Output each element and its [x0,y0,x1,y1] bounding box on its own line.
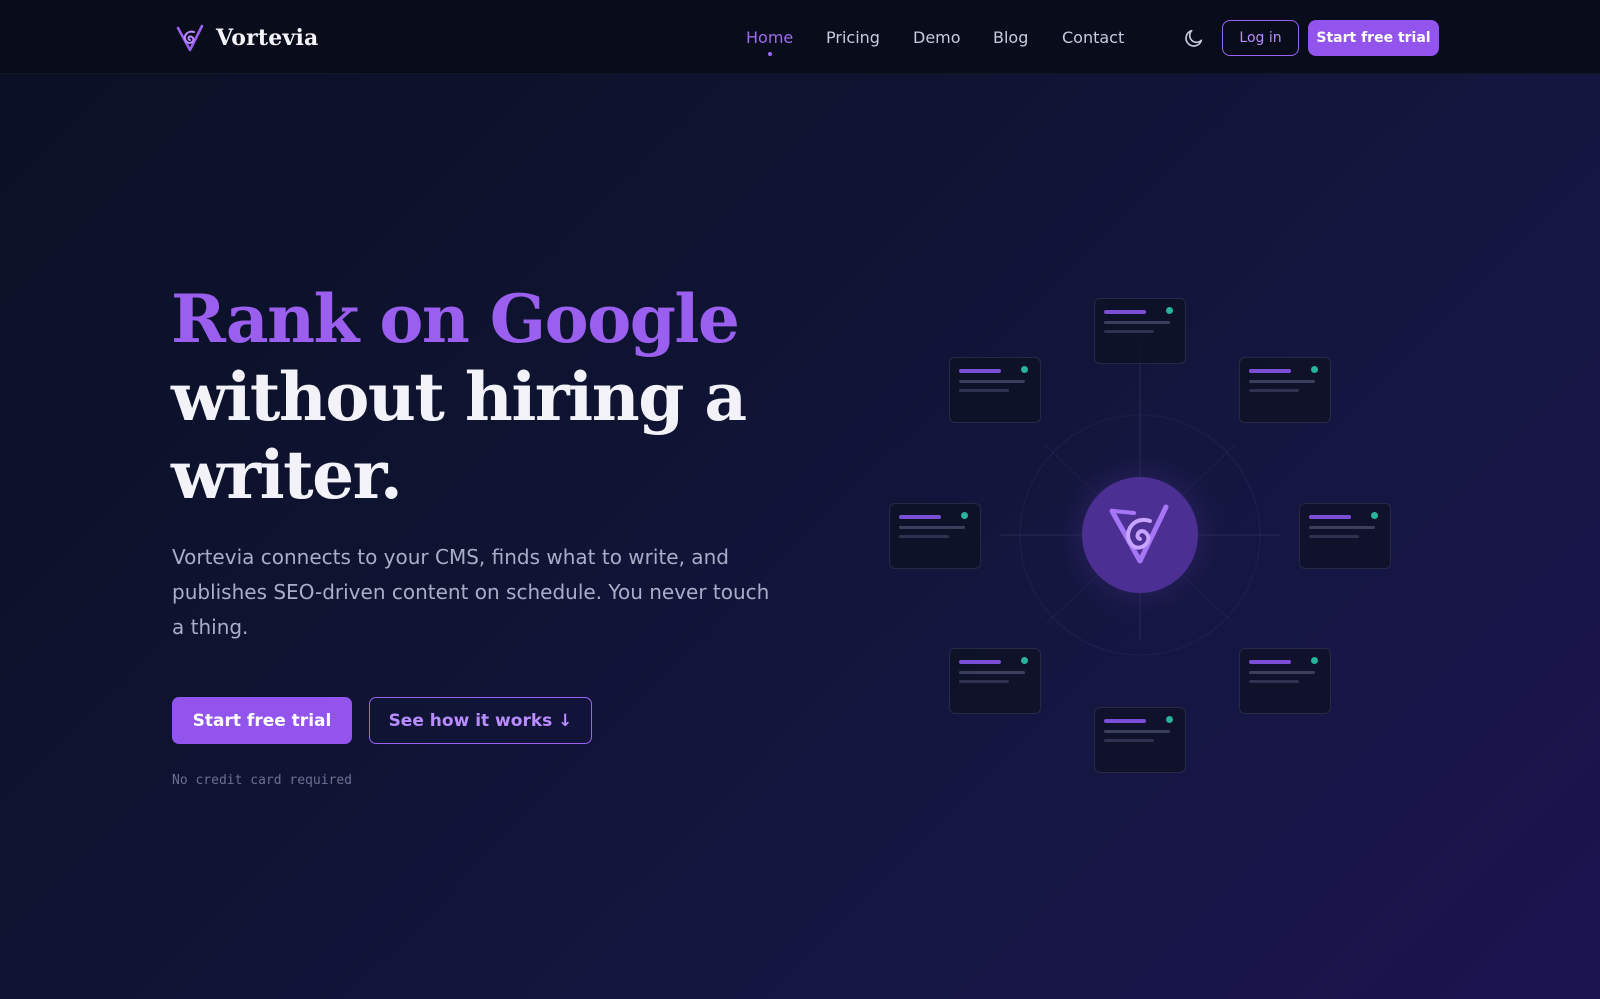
content-card-bottom [1094,707,1186,773]
content-card-left [889,503,981,569]
center-logo-icon [1109,504,1169,564]
see-how-it-works-button[interactable]: See how it works ↓ [369,697,592,744]
hero-illustration [870,280,1410,800]
status-dot [1311,366,1318,373]
hero-headline-rest: without hiring a writer. [171,358,747,514]
hero-subtitle: Vortevia connects to your CMS, finds wha… [172,545,770,639]
status-dot [1371,512,1378,519]
active-indicator-dot [767,52,772,56]
content-card-top-left [949,357,1041,423]
vortevia-logo-icon [176,24,204,52]
status-dot [1166,307,1173,314]
content-card-bottom-right [1239,648,1331,714]
nav-demo[interactable]: Demo [913,28,961,47]
content-card-right [1299,503,1391,569]
nav-blog[interactable]: Blog [993,28,1028,47]
status-dot [1311,657,1318,664]
content-card-top-right [1239,357,1331,423]
moon-icon[interactable] [1183,27,1205,49]
brand-name: Vortevia [216,25,319,51]
status-dot [1021,657,1028,664]
no-credit-card-note: No credit card required [172,773,353,788]
hero-headline-accent: Rank on Google [171,280,740,358]
start-free-trial-button[interactable]: Start free trial [172,697,352,744]
hero-headline: Rank on Google without hiring a writer. [171,280,791,514]
brand-logo[interactable]: Vortevia [174,22,318,54]
nav-contact[interactable]: Contact [1062,28,1124,47]
status-dot [1021,366,1028,373]
content-card-top [1094,298,1186,364]
nav-home-label: Home [746,28,794,47]
nav-pricing[interactable]: Pricing [826,28,880,47]
nav-start-trial-button[interactable]: Start free trial [1308,20,1439,56]
content-card-bottom-left [949,648,1041,714]
top-navbar: Vortevia Home Pricing Demo Blog Contact … [0,0,1600,74]
status-dot [1166,716,1173,723]
login-button[interactable]: Log in [1222,20,1299,56]
status-dot [961,512,968,519]
nav-home[interactable]: Home [746,28,794,56]
